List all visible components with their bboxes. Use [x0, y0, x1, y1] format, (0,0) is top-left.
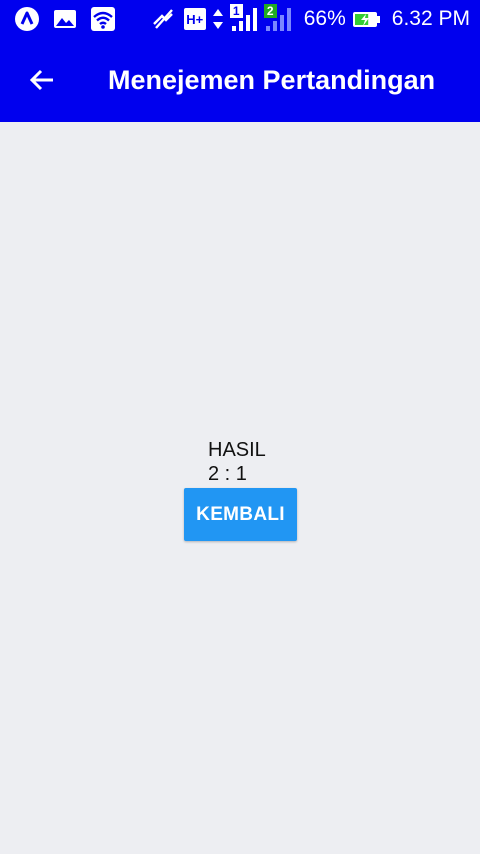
page-title: Menejemen Pertandingan	[108, 65, 436, 95]
network-type-label: H+	[186, 11, 204, 27]
signal-sim2-icon: 2	[263, 4, 292, 32]
result-label: HASIL	[208, 439, 266, 461]
main-content: HASIL 2 : 1 KEMBALI	[0, 122, 480, 854]
battery-charging-icon	[352, 6, 382, 32]
status-left-icons	[14, 6, 176, 32]
data-arrows-icon	[212, 6, 224, 32]
wifi-icon	[90, 6, 116, 32]
mute-icon	[150, 6, 176, 32]
arrow-left-icon	[28, 66, 56, 94]
kembali-button[interactable]: KEMBALI	[184, 488, 297, 541]
sim1-label: 1	[229, 4, 243, 18]
status-bar: H+ 1 2 66% 6.32 PM	[0, 0, 480, 38]
app-bar: Menejemen Pertandingan	[0, 38, 480, 122]
clock: 6.32 PM	[391, 7, 470, 30]
hplus-network-icon: H+	[183, 8, 206, 30]
battery-percent: 66%	[303, 7, 346, 30]
sim2-label: 2	[263, 4, 277, 18]
launcher-icon	[14, 6, 40, 32]
back-navigation-button[interactable]	[20, 58, 64, 102]
gallery-icon	[52, 6, 78, 32]
result-score: 2 : 1	[208, 463, 247, 485]
status-right-icons: H+ 1 2 66% 6.32 PM	[183, 4, 470, 33]
signal-sim1-icon: 1	[229, 4, 258, 32]
